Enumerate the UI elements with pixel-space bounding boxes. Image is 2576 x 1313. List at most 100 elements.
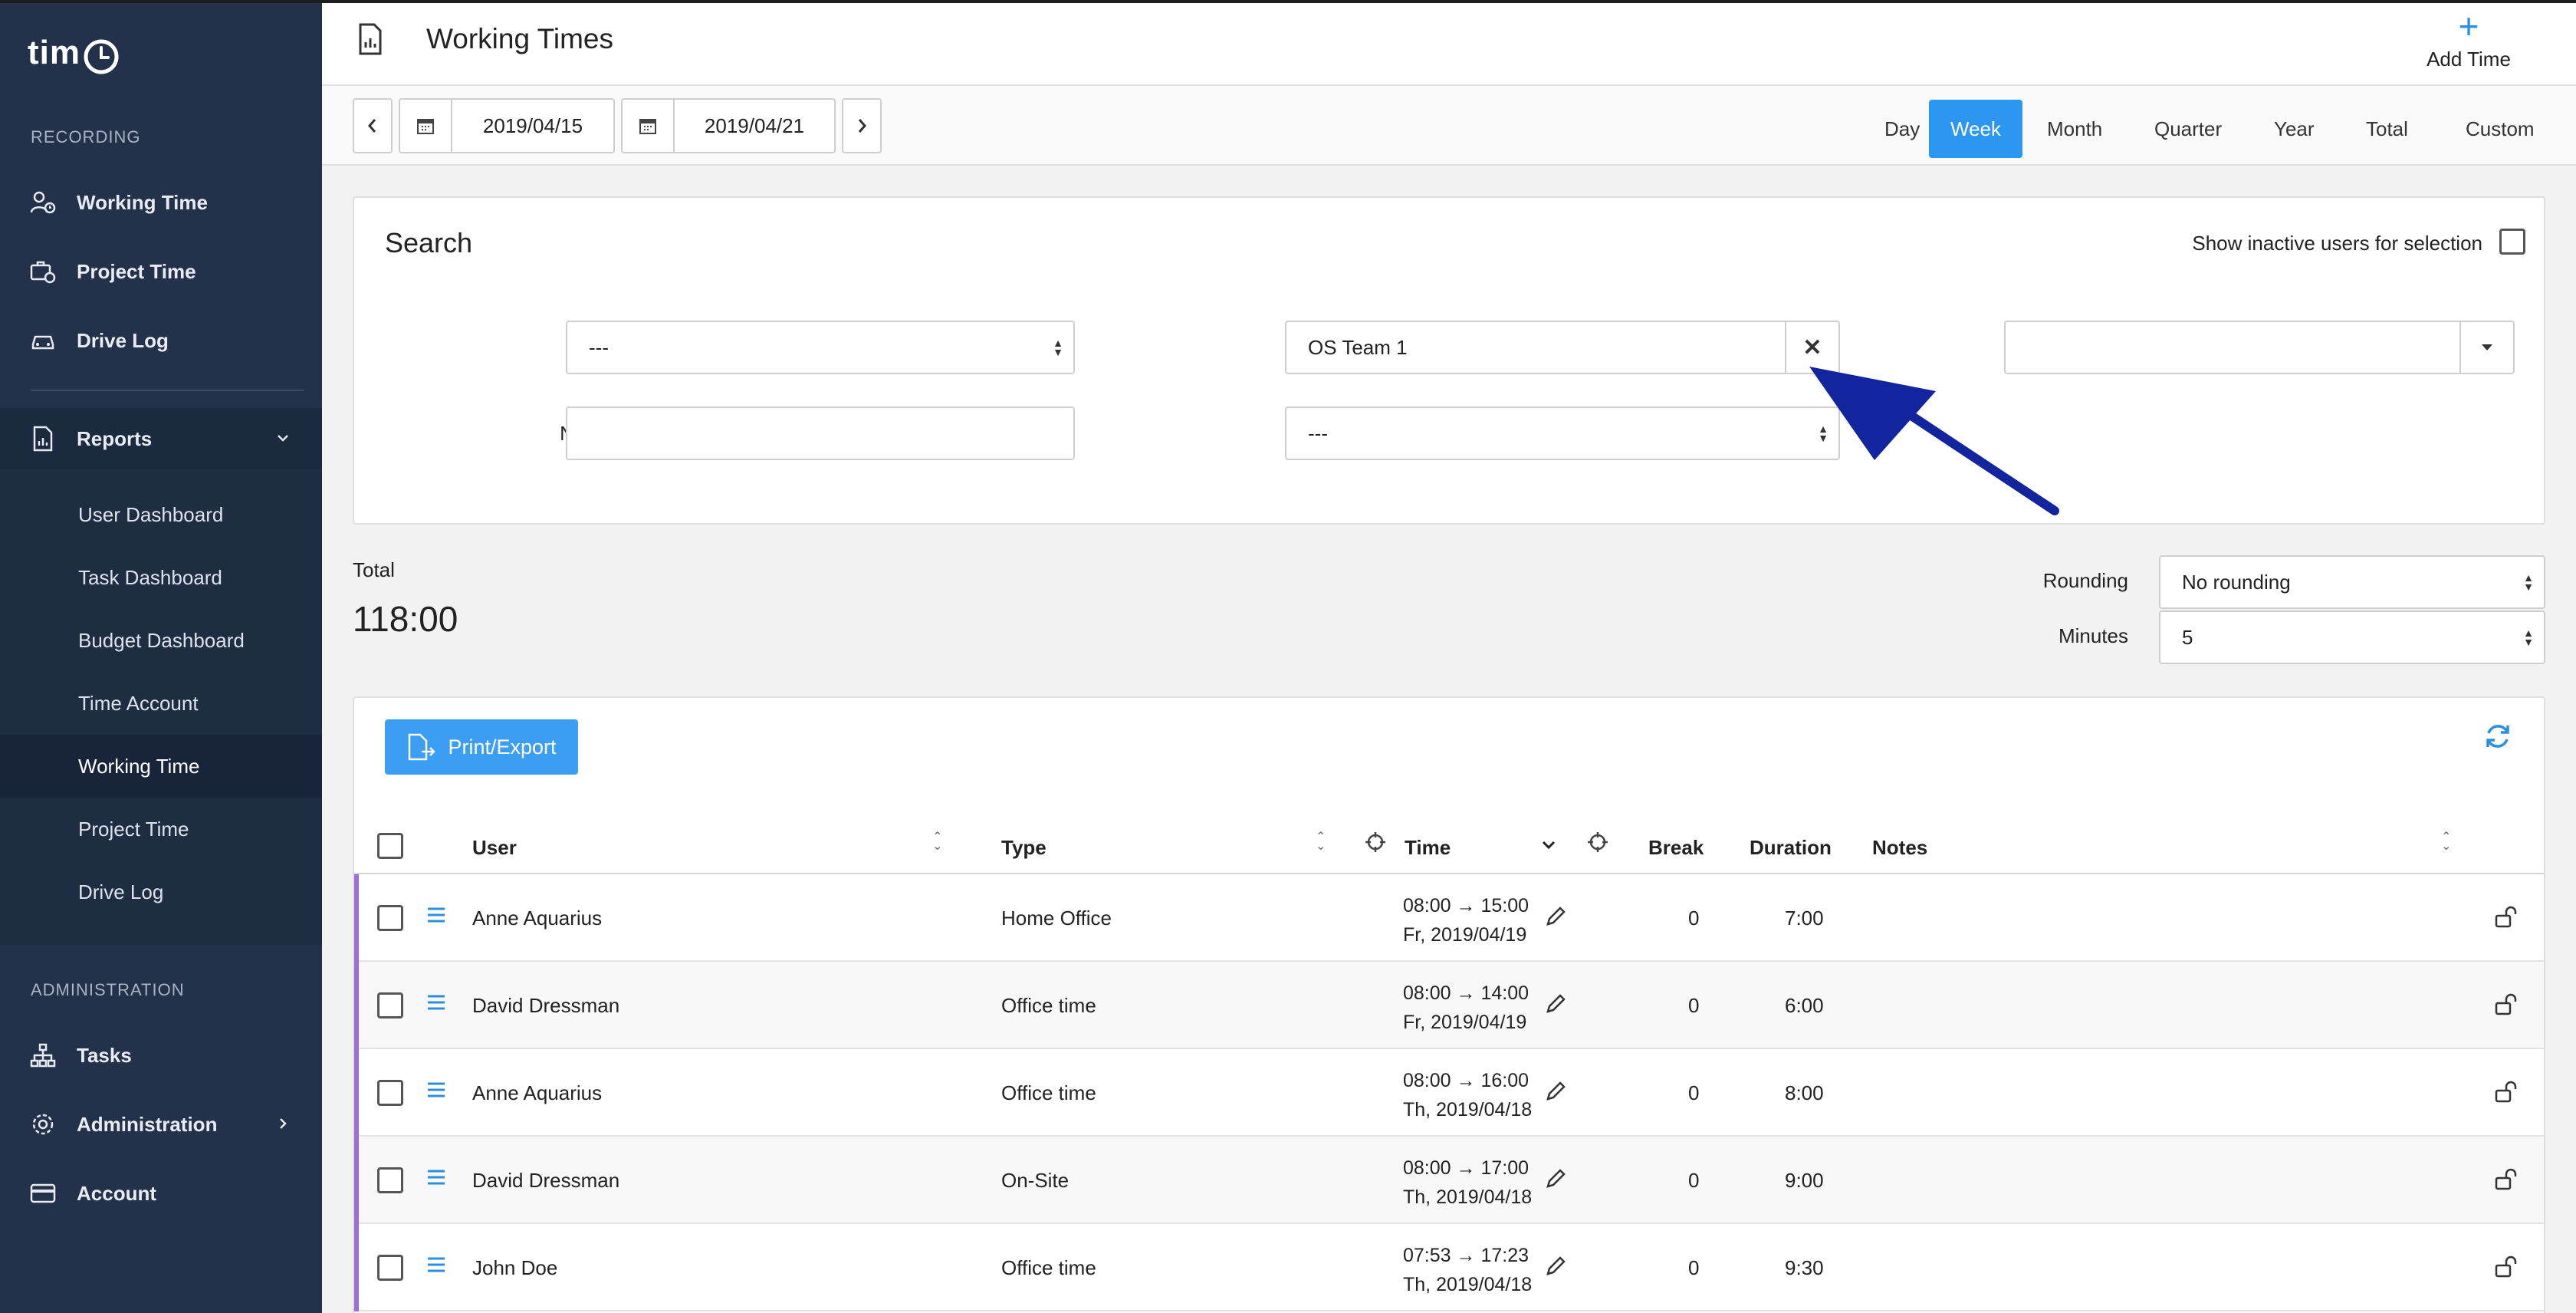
- sort-icon[interactable]: ⌃ ⌄: [1316, 831, 1326, 853]
- hamburger-menu-icon[interactable]: [426, 907, 446, 927]
- minutes-select[interactable]: 5 ▲ ▼: [2159, 610, 2545, 664]
- table-row[interactable]: Anne Aquarius Home Office 08:00 → 15:00 F…: [354, 874, 2544, 962]
- cell-user: Anne Aquarius: [472, 907, 603, 930]
- pencil-icon[interactable]: [1544, 905, 1567, 932]
- pencil-icon[interactable]: [1544, 1080, 1567, 1107]
- table-row[interactable]: David Dressman On-Site 08:00 → 17:00 Th, …: [354, 1137, 2544, 1224]
- column-header-time[interactable]: Time: [1405, 836, 1451, 860]
- notes-input[interactable]: [566, 406, 1075, 460]
- table-row[interactable]: Anne Aquarius Office time 08:00 → 16:00 T…: [354, 1049, 2544, 1137]
- date-toolbar: 2019/04/15 2019/04/21 Day Week Month Qua…: [322, 86, 2576, 166]
- period-year-tab[interactable]: Year: [2252, 100, 2336, 158]
- unlock-icon[interactable]: [2493, 1167, 2518, 1196]
- chevron-right-icon: [858, 119, 866, 133]
- row-checkbox[interactable]: [377, 1080, 403, 1106]
- date-to-field[interactable]: 2019/04/21: [621, 98, 836, 153]
- select-arrows-icon: ▲ ▼: [1053, 337, 1063, 358]
- cell-break: 0: [1688, 1169, 1700, 1192]
- chevron-left-icon: [368, 119, 376, 133]
- subnav-user-dashboard[interactable]: User Dashboard: [0, 483, 322, 546]
- nav-project-time[interactable]: Project Time: [0, 241, 322, 302]
- column-header-notes[interactable]: Notes: [1872, 836, 1927, 860]
- nav-account[interactable]: Account: [0, 1163, 322, 1224]
- column-header-user[interactable]: User: [472, 836, 517, 860]
- nav-tasks[interactable]: Tasks: [0, 1025, 322, 1086]
- cell-duration: 9:30: [1785, 1256, 1824, 1279]
- select-all-checkbox[interactable]: [377, 833, 403, 859]
- crosshair-icon[interactable]: [1587, 831, 1608, 857]
- refresh-icon[interactable]: [2482, 721, 2513, 755]
- period-quarter-tab[interactable]: Quarter: [2133, 100, 2243, 158]
- pencil-icon[interactable]: [1544, 992, 1567, 1019]
- unlock-icon[interactable]: [2493, 1080, 2518, 1108]
- report-icon: [29, 425, 57, 452]
- sidebar: tim RECORDING Working Time Project Time …: [0, 0, 322, 1313]
- period-custom-tab[interactable]: Custom: [2444, 100, 2556, 158]
- nav-administration[interactable]: Administration: [0, 1094, 322, 1155]
- cell-time: 08:00 → 14:00 Fr, 2019/04/19: [1403, 979, 1529, 1037]
- column-header-duration[interactable]: Duration: [1750, 836, 1832, 860]
- cell-user: Anne Aquarius: [472, 1081, 603, 1104]
- subnav-time-account[interactable]: Time Account: [0, 672, 322, 735]
- nav-drive-log[interactable]: Drive Log: [0, 310, 322, 371]
- select-arrows-icon: ▲ ▼: [2523, 627, 2534, 648]
- row-status-bar: [354, 874, 359, 962]
- subnav-drive-log[interactable]: Drive Log: [0, 861, 322, 923]
- time-range: 08:00 → 15:00: [1403, 895, 1530, 916]
- nav-working-time[interactable]: Working Time: [0, 172, 322, 233]
- crosshair-icon[interactable]: [1365, 831, 1386, 857]
- previous-period-button[interactable]: [353, 98, 393, 153]
- hamburger-menu-icon[interactable]: [426, 1081, 446, 1102]
- subnav-working-time[interactable]: Working Time: [0, 735, 322, 798]
- nav-reports[interactable]: Reports: [0, 408, 322, 469]
- briefcase-clock-icon: [29, 258, 57, 285]
- next-period-button[interactable]: [842, 98, 882, 153]
- organization-field[interactable]: OS Team 1 ✕: [1285, 321, 1840, 374]
- car-icon: [29, 327, 57, 354]
- credit-card-icon: [29, 1180, 57, 1207]
- pencil-icon[interactable]: [1544, 1167, 1567, 1194]
- period-total-tab[interactable]: Total: [2344, 100, 2430, 158]
- unlock-icon[interactable]: [2493, 992, 2518, 1021]
- search-panel: Search Show inactive users for selection…: [353, 196, 2545, 525]
- subnav-task-dashboard[interactable]: Task Dashboard: [0, 546, 322, 609]
- sort-descending-icon[interactable]: [1541, 839, 1556, 855]
- sort-icon[interactable]: ⌃ ⌄: [2441, 831, 2451, 853]
- timr-logo[interactable]: tim: [28, 34, 120, 80]
- column-header-type[interactable]: Type: [1001, 836, 1046, 860]
- plus-icon: +: [2458, 6, 2479, 46]
- column-header-break[interactable]: Break: [1648, 836, 1704, 860]
- report-document-icon: [357, 23, 383, 59]
- type-select[interactable]: --- ▲ ▼: [566, 321, 1075, 374]
- sort-icon[interactable]: ⌃ ⌄: [932, 831, 942, 853]
- row-checkbox[interactable]: [377, 905, 403, 931]
- nav-label: Working Time: [77, 190, 208, 214]
- nav-label: Administration: [77, 1112, 218, 1136]
- table-row[interactable]: David Dressman Office time 08:00 → 14:00…: [354, 962, 2544, 1049]
- hamburger-menu-icon[interactable]: [426, 1169, 446, 1190]
- row-checkbox[interactable]: [377, 1167, 403, 1193]
- pencil-icon[interactable]: [1544, 1255, 1567, 1282]
- period-month-tab[interactable]: Month: [2026, 100, 2124, 158]
- row-checkbox[interactable]: [377, 1255, 403, 1281]
- page-title: Working Times: [426, 23, 613, 54]
- table-row[interactable]: John Doe Office time 07:53 → 17:23 Th, 20…: [354, 1224, 2544, 1311]
- nav-label: Tasks: [77, 1043, 132, 1067]
- period-week-tab[interactable]: Week: [1929, 100, 2022, 158]
- unlock-icon[interactable]: [2493, 905, 2518, 933]
- rounding-select[interactable]: No rounding ▲ ▼: [2159, 555, 2545, 609]
- chevron-down-icon: [274, 428, 291, 452]
- row-checkbox[interactable]: [377, 992, 403, 1018]
- show-inactive-checkbox[interactable]: [2499, 229, 2525, 255]
- hamburger-menu-icon[interactable]: [426, 994, 446, 1015]
- unlock-icon[interactable]: [2493, 1255, 2518, 1283]
- hamburger-menu-icon[interactable]: [426, 1256, 446, 1277]
- status-select[interactable]: --- ▲ ▼: [1285, 406, 1840, 460]
- print-export-label: Print/Export: [448, 735, 557, 759]
- subnav-project-time[interactable]: Project Time: [0, 798, 322, 861]
- add-time-button[interactable]: + Add Time: [2400, 6, 2538, 71]
- print-export-button[interactable]: Print/Export: [385, 719, 578, 775]
- subnav-budget-dashboard[interactable]: Budget Dashboard: [0, 609, 322, 672]
- row-status-bar: [354, 1224, 359, 1311]
- date-from-field[interactable]: 2019/04/15: [399, 98, 615, 153]
